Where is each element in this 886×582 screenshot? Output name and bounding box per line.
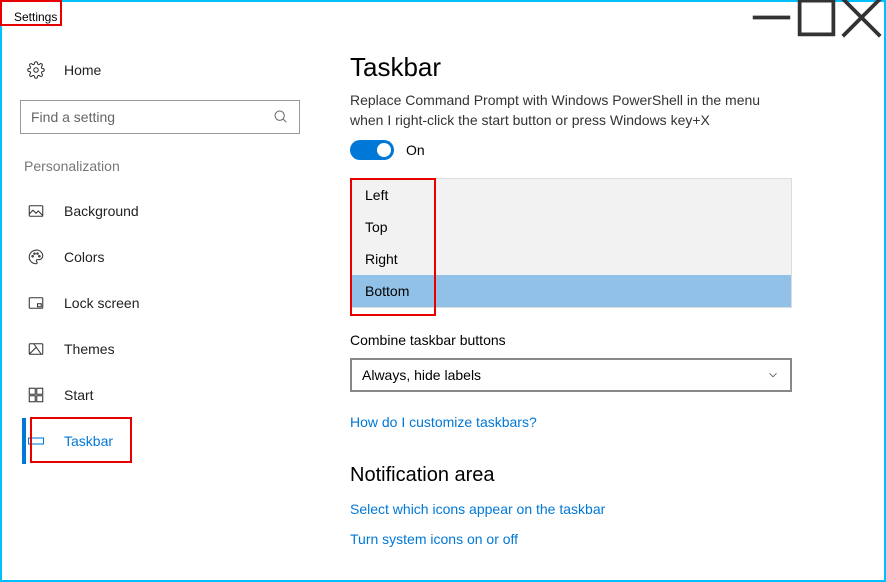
powershell-toggle-row: On xyxy=(350,140,854,160)
palette-icon xyxy=(24,248,48,266)
nav-label: Background xyxy=(64,203,139,219)
minimize-button[interactable] xyxy=(749,2,794,32)
nav-label: Themes xyxy=(64,341,115,357)
gear-icon xyxy=(24,61,48,79)
nav-themes[interactable]: Themes xyxy=(20,326,322,372)
highlight-title xyxy=(0,0,62,26)
setting-description: Replace Command Prompt with Windows Powe… xyxy=(350,93,854,130)
chevron-down-icon xyxy=(766,368,780,382)
highlight-taskbar xyxy=(30,417,132,463)
nav-label: Start xyxy=(64,387,94,403)
close-button[interactable] xyxy=(839,2,884,32)
combine-value: Always, hide labels xyxy=(362,367,481,383)
page-title: Taskbar xyxy=(350,52,854,83)
start-icon xyxy=(24,386,48,404)
home-row[interactable]: Home xyxy=(20,50,322,90)
highlight-dropdown xyxy=(350,178,436,316)
home-label: Home xyxy=(64,62,101,78)
toggle-label: On xyxy=(406,142,425,158)
nav-indicator xyxy=(22,418,26,464)
lockscreen-icon xyxy=(24,294,48,312)
combine-label: Combine taskbar buttons xyxy=(350,332,854,348)
titlebar: Settings xyxy=(2,2,884,32)
nav-label: Colors xyxy=(64,249,104,265)
search-icon xyxy=(273,109,289,125)
maximize-button[interactable] xyxy=(794,2,839,32)
main-panel: Taskbar Replace Command Prompt with Wind… xyxy=(322,32,884,580)
nav-start[interactable]: Start xyxy=(20,372,322,418)
taskbar-position-dropdown[interactable]: Left Top Right Bottom xyxy=(350,178,792,308)
search-placeholder: Find a setting xyxy=(31,109,273,125)
nav-colors[interactable]: Colors xyxy=(20,234,322,280)
search-input[interactable]: Find a setting xyxy=(20,100,300,134)
section-label: Personalization xyxy=(24,158,322,174)
notif-icons-link[interactable]: Select which icons appear on the taskbar xyxy=(350,501,854,517)
nav-background[interactable]: Background xyxy=(20,188,322,234)
customize-link[interactable]: How do I customize taskbars? xyxy=(350,414,854,430)
notification-heading: Notification area xyxy=(350,464,854,487)
notif-system-link[interactable]: Turn system icons on or off xyxy=(350,531,854,547)
nav-label: Lock screen xyxy=(64,295,139,311)
themes-icon xyxy=(24,340,48,358)
picture-icon xyxy=(24,202,48,220)
toggle-switch[interactable] xyxy=(350,140,394,160)
combine-dropdown[interactable]: Always, hide labels xyxy=(350,358,792,392)
nav-lockscreen[interactable]: Lock screen xyxy=(20,280,322,326)
window-controls xyxy=(749,2,884,32)
sidebar: Home Find a setting Personalization Back… xyxy=(2,32,322,580)
